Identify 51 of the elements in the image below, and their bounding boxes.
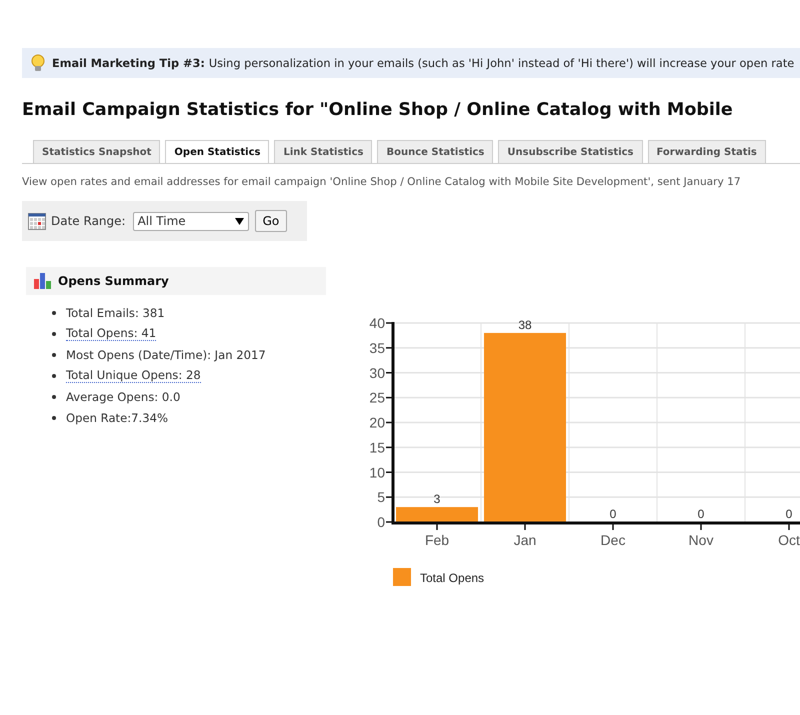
y-tick-label: 20 <box>369 414 385 430</box>
bar-chart-icon <box>34 273 52 289</box>
date-range-dropdown[interactable]: All Time <box>132 212 249 230</box>
caret-icon <box>234 218 244 224</box>
legend-swatch <box>393 568 411 586</box>
value-label: 0 <box>610 507 616 521</box>
summary-stat: Most Opens (Date/Time): Jan 2017 <box>66 348 266 362</box>
value-label: 0 <box>786 507 792 521</box>
go-button[interactable]: Go <box>254 210 288 232</box>
page-title: Email Campaign Statistics for "Online Shop / Online Catalog with Mobile <box>22 99 734 122</box>
tab[interactable]: Statistics Snapshot <box>33 140 160 163</box>
x-tick-label: Jan <box>514 532 536 548</box>
tab[interactable]: Unsubscribe Statistics <box>498 140 642 163</box>
tab[interactable]: Forwarding Statis <box>648 140 766 163</box>
x-tick-label: Feb <box>424 532 450 548</box>
y-tick-label: 25 <box>369 390 385 406</box>
bullet-icon <box>52 332 56 336</box>
summary-link[interactable]: Total Opens: 41 <box>66 326 156 341</box>
summary-stat: Total Emails: 381 <box>66 306 165 320</box>
bullet-icon <box>52 416 56 420</box>
calendar-icon <box>28 212 46 230</box>
summary-link[interactable]: Total Unique Opens: 28 <box>66 368 201 383</box>
tab[interactable]: Open Statistics <box>165 140 270 163</box>
y-tick-label: 35 <box>369 340 385 356</box>
y-tick-label: 10 <box>369 464 385 480</box>
x-tick-label: Nov <box>688 532 714 548</box>
summary-stat: Average Opens: 0.0 <box>66 390 180 404</box>
bullet-icon <box>52 374 56 378</box>
tip-label: Email Marketing Tip #3: <box>52 56 205 70</box>
value-label: 0 <box>698 507 704 521</box>
x-tick-label: Dec <box>600 532 626 548</box>
legend-label: Total Opens <box>420 571 484 585</box>
x-tick-label: Oct <box>778 532 800 548</box>
tip-text: Using personalization in your emails (such as 'Hi John' instead of 'Hi there') will increase your open rate <box>208 56 794 70</box>
bullet-icon <box>52 352 56 356</box>
tab[interactable]: Bounce Statistics <box>377 140 494 163</box>
value-label: 38 <box>518 318 532 332</box>
summary-stat: Open Rate:7.34% <box>66 410 168 424</box>
summary-title: Opens Summary <box>58 274 169 288</box>
bullet-icon <box>52 310 56 314</box>
y-tick-label: 40 <box>369 315 385 331</box>
y-tick-label: 15 <box>369 439 385 456</box>
description-text: View open rates and email addresses for email campaign 'Online Shop / Online Catalog with Mobile Site Development', sent January 17 <box>22 176 742 188</box>
value-label: 3 <box>434 492 440 506</box>
y-tick-label: 5 <box>377 489 385 506</box>
y-tick-label: 0 <box>377 514 385 530</box>
date-range-label: Date Range: <box>51 214 126 228</box>
y-tick-label: 30 <box>369 364 385 381</box>
lightbulb-icon <box>30 54 46 72</box>
bullet-icon <box>52 394 56 398</box>
tab[interactable]: Link Statistics <box>274 140 372 163</box>
